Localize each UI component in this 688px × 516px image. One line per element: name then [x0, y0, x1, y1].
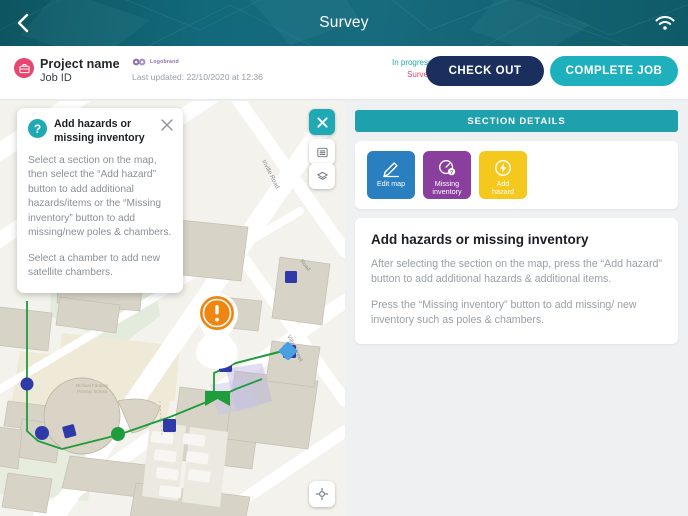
map-layers-button[interactable] — [309, 163, 335, 189]
tooltip-paragraph-2: Select a chamber to add new satellite ch… — [28, 252, 160, 279]
briefcase-icon — [18, 63, 30, 73]
last-updated-text: Last updated: 22/10/2020 at 12:36 — [132, 72, 263, 82]
chamber-marker-icon — [35, 426, 49, 440]
tooltip-header: ? Add hazards or missing inventory — [28, 118, 172, 146]
add-hazard-label: Add hazard — [492, 179, 514, 197]
edit-map-label: Edit map — [376, 179, 406, 188]
section-details-header[interactable]: SECTION DETAILS — [355, 110, 678, 132]
tooltip-title: Add hazards or missing inventory — [54, 118, 145, 144]
svg-text:Michael Faraday: Michael Faraday — [76, 383, 109, 388]
project-name: Project name — [40, 57, 120, 71]
list-icon — [316, 147, 328, 157]
missing-inventory-button[interactable]: ? Missing inventory — [423, 151, 471, 199]
tooltip-body: Select a section on the map, then select… — [28, 154, 172, 281]
pole-marker-icon — [285, 271, 297, 283]
chamber-marker-icon — [20, 377, 34, 391]
top-navigation-bar: Survey — [0, 0, 688, 46]
svg-text:Primary School: Primary School — [77, 389, 107, 394]
pole-marker-icon — [163, 419, 176, 432]
info-card-paragraph-2: Press the “Missing inventory” button to … — [371, 298, 637, 327]
tools-card: Edit map ? Missing inventory Add hazard — [355, 141, 678, 209]
tooltip-paragraph-1: Select a section on the map, then select… — [28, 154, 172, 239]
project-icon — [14, 58, 34, 78]
wifi-status-button[interactable] — [652, 11, 678, 35]
help-tooltip-card: ? Add hazards or missing inventory Selec… — [17, 108, 183, 293]
map-close-button[interactable] — [309, 109, 335, 135]
info-card-title: Add hazards or missing inventory — [371, 232, 589, 247]
brand-name: Logobrand — [150, 59, 179, 65]
missing-inventory-icon: ? — [437, 157, 457, 179]
close-icon — [316, 116, 328, 128]
logo-mark-icon — [132, 58, 146, 66]
brand-logo: Logobrand — [132, 58, 179, 66]
add-hazard-button[interactable]: Add hazard — [479, 151, 527, 199]
map-list-button[interactable] — [309, 139, 335, 165]
info-card: Add hazards or missing inventory After s… — [355, 218, 678, 345]
check-out-button[interactable]: CHECK OUT — [426, 56, 544, 86]
edit-map-button[interactable]: Edit map — [367, 151, 415, 199]
wifi-icon — [655, 15, 675, 30]
page-title: Survey — [319, 14, 369, 31]
close-icon — [161, 119, 173, 131]
info-card-paragraph-1: After selecting the section on the map, … — [371, 258, 662, 286]
right-details-panel: SECTION DETAILS Edit map ? Missing inven… — [345, 101, 688, 516]
survey-screen: Survey Project name Job ID Logobrand Las… — [0, 0, 688, 516]
locate-icon — [315, 487, 329, 501]
pencil-icon — [381, 157, 401, 179]
lightning-bolt-icon — [493, 157, 513, 179]
map-locate-button[interactable] — [309, 481, 335, 507]
complete-job-button[interactable]: COMPLETE JOB — [550, 56, 678, 86]
node-marker-icon — [111, 427, 125, 441]
missing-inventory-label: Missing inventory — [432, 179, 462, 197]
question-mark-icon: ? — [28, 119, 47, 138]
tooltip-close-button[interactable] — [160, 118, 174, 132]
job-id: Job ID — [40, 72, 72, 84]
layers-icon — [316, 171, 328, 180]
